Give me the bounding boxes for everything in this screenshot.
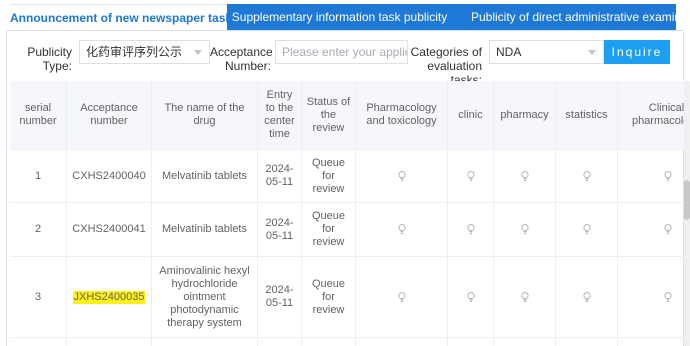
header-review-status: Status of the review — [302, 81, 356, 150]
tab-direct-administrative-examination[interactable]: Publicity of direct administrative exami… — [452, 4, 676, 30]
lightbulb-icon[interactable] — [582, 291, 591, 303]
cell-review-status: Queue for review — [302, 150, 356, 203]
lightbulb-icon[interactable] — [520, 224, 529, 235]
header-statistics: statistics — [556, 81, 618, 150]
lightbulb-icon[interactable] — [466, 291, 475, 303]
lightbulb-icon[interactable] — [520, 170, 529, 182]
cell-pharmacy — [494, 150, 556, 203]
header-pharmacy: pharmacy — [494, 81, 556, 150]
cell-pharmacy — [494, 203, 556, 257]
lightbulb-icon[interactable] — [397, 224, 406, 235]
lightbulb-icon[interactable] — [664, 170, 672, 182]
cell-serial: 2 — [10, 203, 67, 257]
header-drug-name: The name of the drug — [152, 81, 258, 150]
cell-pharmacy — [494, 338, 556, 346]
publicity-type-label: Publicity Type: — [27, 45, 72, 73]
lightbulb-icon[interactable] — [466, 224, 475, 235]
cell-statistics — [556, 203, 618, 257]
cell-entry-time: 2024-05-11 — [258, 203, 302, 257]
cell-serial: 3 — [10, 257, 67, 338]
cell-review-status: Queue for review — [302, 257, 356, 338]
highlighted-acceptance-number: JXHS2400035 — [72, 290, 146, 304]
publicity-type-select[interactable]: 化药审评序列公示 — [79, 40, 210, 64]
cell-drug-name: Aminovalinic hexyl hydrochloride ointmen… — [152, 257, 258, 338]
chevron-down-icon — [588, 50, 596, 55]
cell-serial — [10, 338, 67, 346]
cell-review-status — [302, 338, 356, 346]
lightbulb-icon[interactable] — [664, 224, 672, 235]
categories-select[interactable]: NDA — [489, 40, 604, 64]
cell-statistics — [556, 338, 618, 346]
header-pharmacology-toxicology: Pharmacology and toxicology — [356, 81, 448, 150]
review-task-table: serial number Acceptance number The name… — [10, 81, 686, 346]
chevron-down-icon — [194, 50, 202, 55]
lightbulb-icon[interactable] — [582, 224, 591, 235]
tab-supplementary-information[interactable]: Supplementary information task publicity — [227, 4, 452, 30]
publicity-type-value: 化药审评序列公示 — [86, 45, 183, 59]
cell-drug-name — [152, 338, 258, 346]
lightbulb-icon[interactable] — [664, 291, 672, 303]
cell-clinic — [448, 257, 494, 338]
scrollbar-thumb[interactable] — [684, 180, 690, 220]
cell-pharmacology-toxicology — [356, 203, 448, 257]
tab-bar: Announcement of new newspaper tasks Supp… — [0, 0, 690, 34]
cell-clinical-pharmacology — [618, 203, 686, 257]
lightbulb-icon[interactable] — [582, 170, 591, 182]
cell-drug-name: Melvatinib tablets — [152, 150, 258, 203]
categories-value: NDA — [496, 45, 522, 59]
acceptance-number-label: Acceptance Number: — [210, 45, 273, 73]
cell-entry-time: 2024-05-11 — [258, 257, 302, 338]
cell-pharmacology-toxicology — [356, 338, 448, 346]
cell-statistics — [556, 150, 618, 203]
cell-acceptance-number: JXHS2400035 — [67, 257, 152, 338]
cell-serial: 1 — [10, 150, 67, 203]
acceptance-number-input[interactable]: Please enter your application — [275, 40, 408, 64]
tab-new-newspaper-tasks[interactable]: Announcement of new newspaper tasks — [10, 4, 227, 30]
lightbulb-icon[interactable] — [466, 170, 475, 182]
lightbulb-icon[interactable] — [397, 291, 406, 303]
cell-clinic — [448, 203, 494, 257]
inquire-button[interactable]: Inquire — [604, 40, 670, 64]
cell-statistics — [556, 257, 618, 338]
cell-entry-time: 2024-05-11 — [258, 150, 302, 203]
cell-drug-name: Melvatinib tablets — [152, 203, 258, 257]
cell-acceptance-number: CXHS2400041 — [67, 203, 152, 257]
cell-clinical-pharmacology — [618, 338, 686, 346]
cell-pharmacology-toxicology — [356, 257, 448, 338]
cell-clinical-pharmacology — [618, 150, 686, 203]
header-entry-time: Entry to the center time — [258, 81, 302, 150]
cell-clinical-pharmacology — [618, 257, 686, 338]
acceptance-number-placeholder: Please enter your application — [282, 45, 407, 59]
cell-pharmacy — [494, 257, 556, 338]
cell-pharmacology-toxicology — [356, 150, 448, 203]
cell-acceptance-number — [67, 338, 152, 346]
lightbulb-icon[interactable] — [397, 170, 406, 182]
cell-acceptance-number: CXHS2400040 — [67, 150, 152, 203]
header-serial-number: serial number — [10, 81, 67, 150]
header-clinical-pharmacology: Clinical pharmacology — [618, 81, 686, 150]
cell-review-status: Queue for review — [302, 203, 356, 257]
cell-entry-time — [258, 338, 302, 346]
lightbulb-icon[interactable] — [520, 291, 529, 303]
cell-clinic — [448, 150, 494, 203]
cell-clinic — [448, 338, 494, 346]
header-acceptance-number: Acceptance number — [67, 81, 152, 150]
header-clinic: clinic — [448, 81, 494, 150]
